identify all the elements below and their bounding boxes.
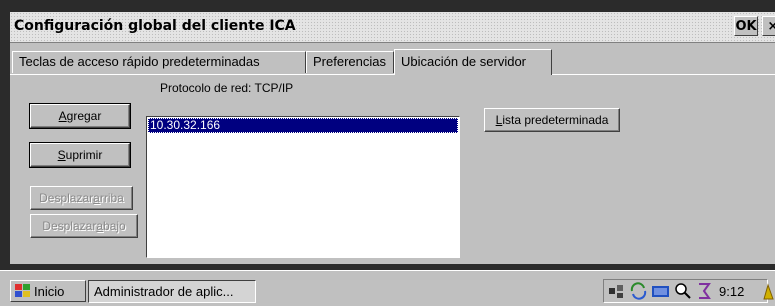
tab-server-location[interactable]: Ubicación de servidor: [394, 49, 552, 75]
default-list-accel: L: [495, 113, 503, 127]
server-listbox[interactable]: 10.30.32.166: [146, 116, 460, 258]
desktop-icon[interactable]: [762, 281, 775, 301]
close-button[interactable]: ×: [762, 16, 775, 36]
move-up-accel: a: [93, 191, 100, 205]
server-list-item[interactable]: 10.30.32.166: [148, 118, 458, 133]
keyboard-icon[interactable]: [651, 282, 671, 300]
protocol-label: Protocolo de red: TCP/IP: [160, 81, 294, 95]
tab-strip: Teclas de acceso rápido predeterminadas …: [10, 49, 775, 75]
move-up-rest: rriba: [99, 191, 124, 205]
move-up-button[interactable]: Desplazar a rriba: [30, 186, 133, 210]
network-icon[interactable]: [607, 282, 627, 300]
delete-button-rest: uprimir: [65, 148, 103, 162]
ok-button[interactable]: OK: [734, 16, 758, 36]
add-button-rest: gregar: [66, 109, 102, 123]
magnifier-icon[interactable]: [673, 282, 693, 300]
clock: 9:12: [719, 283, 745, 299]
taskbar: Inicio Administrador de aplic... 9:12: [0, 270, 775, 306]
dialog-window: Configuración global del cliente ICA OK …: [10, 12, 775, 264]
sync-icon[interactable]: [629, 282, 649, 300]
move-up-prefix: Desplazar: [39, 191, 94, 205]
taskbar-app-button[interactable]: Administrador de aplic...: [88, 280, 256, 303]
add-button[interactable]: Agregar: [29, 103, 131, 129]
default-list-rest: ista predeterminada: [502, 113, 609, 127]
move-down-accel: a: [96, 219, 104, 233]
window-title: Configuración global del cliente ICA: [14, 18, 296, 34]
title-bar: Configuración global del cliente ICA OK …: [10, 12, 775, 43]
input-method-icon[interactable]: [695, 282, 713, 300]
tab-hotkeys[interactable]: Teclas de acceso rápido predeterminadas: [12, 51, 306, 73]
default-list-button[interactable]: Lista predeterminada: [484, 108, 620, 132]
start-button[interactable]: Inicio: [10, 280, 86, 302]
delete-button[interactable]: Suprimir: [29, 142, 131, 168]
start-label: Inicio: [34, 283, 65, 299]
move-down-button[interactable]: Desplazar a bajo: [30, 214, 138, 238]
tab-preferences[interactable]: Preferencias: [306, 51, 394, 73]
delete-button-accel: S: [57, 148, 66, 162]
system-tray: 9:12: [603, 279, 768, 303]
move-down-rest: bajo: [103, 219, 126, 233]
move-down-prefix: Desplazar: [42, 219, 97, 233]
add-button-accel: A: [58, 109, 67, 123]
server-location-panel: Protocolo de red: TCP/IP Agregar Suprimi…: [10, 75, 775, 264]
windows-flag-icon: [15, 284, 30, 297]
